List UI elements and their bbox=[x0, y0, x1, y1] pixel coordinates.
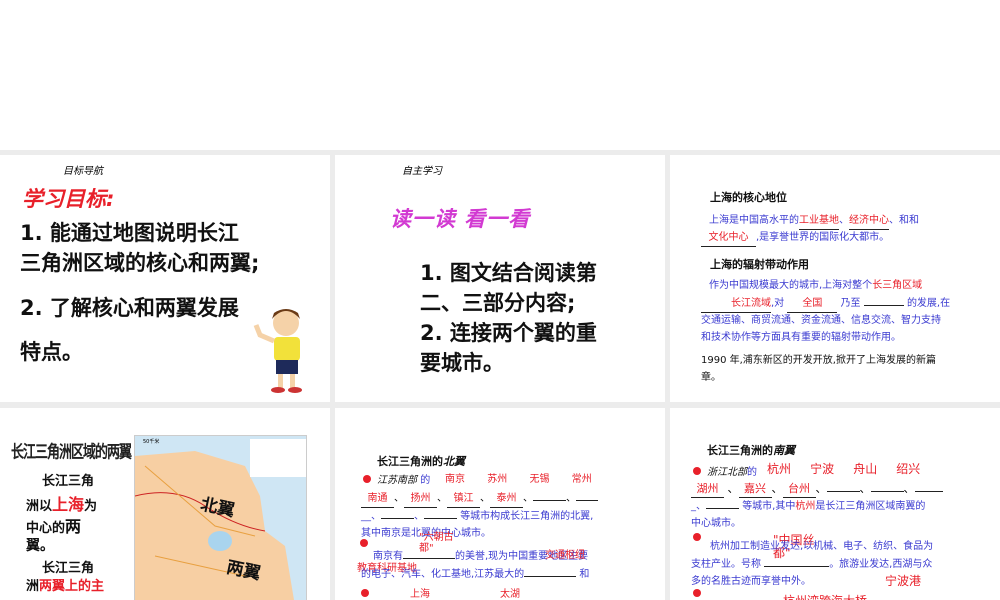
slide-thumbnail-1[interactable]: 目标导航 学习目标: 1. 能通过地图说明长江 三角洲区域的核心和两翼; 2. … bbox=[0, 155, 330, 402]
city: 嘉兴 bbox=[738, 480, 772, 498]
highlight: 两翼上的主 bbox=[39, 579, 105, 594]
text: 的发展,在 bbox=[906, 298, 951, 309]
text: 和技术协作等方面具有重要的辐射带动作用。 bbox=[701, 332, 901, 343]
slide-title: 北翼 bbox=[443, 455, 465, 468]
slide-nav-label: 目标导航 bbox=[63, 166, 103, 177]
highlight: 上海 bbox=[52, 495, 85, 514]
slide-title: 南翼 bbox=[773, 444, 795, 457]
city: 绍兴 bbox=[896, 462, 921, 476]
text: 的 bbox=[747, 467, 757, 478]
text: 中心的 bbox=[26, 521, 66, 536]
slide-title: 长江三角洲区域的两翼 bbox=[11, 443, 132, 463]
slide-thumbnail-4[interactable]: 长江三角洲区域的两翼 长江三角 洲以上海为 中心的两 翼。 长江三角 洲两翼上的… bbox=[0, 408, 330, 600]
text: 等城市构成长江三角洲的北翼, bbox=[460, 511, 594, 522]
text: ,对 bbox=[771, 298, 785, 309]
objective-line: 特点。 bbox=[20, 340, 83, 364]
text: 翼。 bbox=[26, 538, 54, 554]
text: 洲 bbox=[26, 579, 40, 594]
section-heading: 上海的核心地位 bbox=[710, 191, 787, 204]
task-line: 二、三部分内容; bbox=[420, 291, 576, 315]
text: 的电子、汽车、化工基地,江苏最大的 bbox=[361, 569, 525, 580]
text: 等城市,其中 bbox=[742, 501, 796, 512]
task-line: 2. 连接两个翼的重 bbox=[420, 321, 597, 345]
answer: 上海 bbox=[375, 586, 430, 600]
answer: 全国 bbox=[787, 295, 838, 313]
answer: 宁波港 bbox=[885, 574, 922, 588]
map-scale: 50千米 bbox=[143, 439, 160, 445]
wordart-title: 读一读 看一看 bbox=[390, 207, 531, 231]
slide-thumbnail-6[interactable]: 长江三角洲的南翼 浙江北部的 杭州 宁波 舟山 绍兴 湖州 、嘉兴、台州、、、 … bbox=[670, 408, 1000, 600]
answer: 杭州湾跨海大桥 bbox=[783, 592, 867, 600]
text: 杭州加工制造业发达,以机械、电子、纺织、食品为 bbox=[710, 541, 934, 552]
city: 无锡 bbox=[529, 474, 550, 485]
slide-thumbnail-3[interactable]: 上海的核心地位 上海是中国高水平的工业基地、经济中心、和和 文化中心 ,是享誉世界… bbox=[670, 155, 1000, 402]
city: 南京 bbox=[445, 474, 465, 485]
section-heading: 上海的辐射带动作用 bbox=[710, 258, 809, 271]
city: 南通 bbox=[361, 490, 394, 508]
task-line: 1. 图文结合阅读第 bbox=[420, 261, 597, 285]
text: 作为中国规模最大的城市,上海对整个 bbox=[709, 280, 873, 291]
city: 湖州 bbox=[691, 480, 724, 498]
cartoon-boy-image bbox=[253, 309, 302, 393]
answer: 经济中心 bbox=[849, 212, 889, 230]
slide-title: 长江三角洲的 bbox=[377, 455, 443, 468]
text: 1990 年,浦东新区的开发开放,掀开了上海发展的新篇 bbox=[701, 355, 936, 366]
city: 宁波 bbox=[810, 462, 835, 476]
city: 台州 bbox=[782, 480, 816, 498]
answer: 交通枢纽 bbox=[545, 550, 585, 561]
city: 舟山 bbox=[853, 462, 878, 476]
text: 洲以 bbox=[26, 499, 53, 514]
answer: 工业基地 bbox=[799, 212, 839, 230]
text: ,是享誉世界的国际化大都市。 bbox=[756, 232, 890, 243]
text: 的 bbox=[420, 475, 431, 486]
text: 章。 bbox=[701, 372, 721, 383]
answer: 文化中心 bbox=[701, 229, 756, 247]
text: 。旅游业发达,西湖与众 bbox=[829, 559, 933, 570]
text: 江苏南部 bbox=[377, 475, 417, 486]
slide-thumbnail-2[interactable]: 自主学习 读一读 看一看 1. 图文结合阅读第 二、三部分内容; 2. 连接两个… bbox=[335, 155, 665, 402]
slide-nav-label: 自主学习 bbox=[402, 166, 442, 177]
city: 常州 bbox=[571, 474, 592, 485]
text: 上海是中国高水平的 bbox=[709, 215, 799, 226]
text: 是长江三角洲区域南翼的 bbox=[815, 501, 926, 512]
text: 长江三角 bbox=[42, 561, 95, 576]
answer: 太湖 bbox=[500, 589, 520, 600]
task-line: 要城市。 bbox=[420, 351, 504, 375]
text: 浙江北部 bbox=[707, 467, 747, 478]
slide-thumbnail-5[interactable]: 长江三角洲的北翼 江苏南部 的 南京 苏州 无锡 常州 南通、扬州、镇江、泰州、… bbox=[335, 408, 665, 600]
objective-line: 2. 了解核心和两翼发展 bbox=[20, 296, 239, 320]
answer: 长三角区域 bbox=[872, 280, 923, 291]
text: 乃至 bbox=[840, 298, 861, 309]
text: 为 bbox=[84, 499, 98, 514]
city: 镇江 bbox=[447, 490, 480, 508]
text: 交通运输、商贸流通、资金流通、信息交流、智力支持 bbox=[701, 315, 941, 326]
slide-title: 长江三角洲的 bbox=[707, 444, 773, 457]
city: 扬州 bbox=[404, 490, 437, 508]
city: 泰州 bbox=[490, 490, 523, 508]
text: 长江三角 bbox=[42, 474, 95, 489]
city: 苏州 bbox=[487, 474, 508, 485]
city: 杭州 bbox=[767, 462, 792, 476]
text: 两 bbox=[65, 517, 82, 536]
text: 多的名胜古迹而享誉中外。 bbox=[691, 576, 811, 587]
text: 支柱产业。号称 bbox=[691, 559, 761, 570]
text: 、和和 bbox=[889, 215, 919, 226]
objective-line: 三角洲区域的核心和两翼; bbox=[20, 251, 260, 275]
slide-sorter-top-area bbox=[0, 0, 1000, 150]
objective-line: 1. 能通过地图说明长江 bbox=[20, 221, 239, 245]
answer: 杭州 bbox=[795, 501, 816, 512]
text: 和 bbox=[579, 569, 590, 580]
slide-heading: 学习目标: bbox=[22, 187, 115, 211]
map-image: 50千米 北翼 两翼 bbox=[134, 435, 307, 600]
answer: 长江流域 bbox=[701, 295, 771, 313]
